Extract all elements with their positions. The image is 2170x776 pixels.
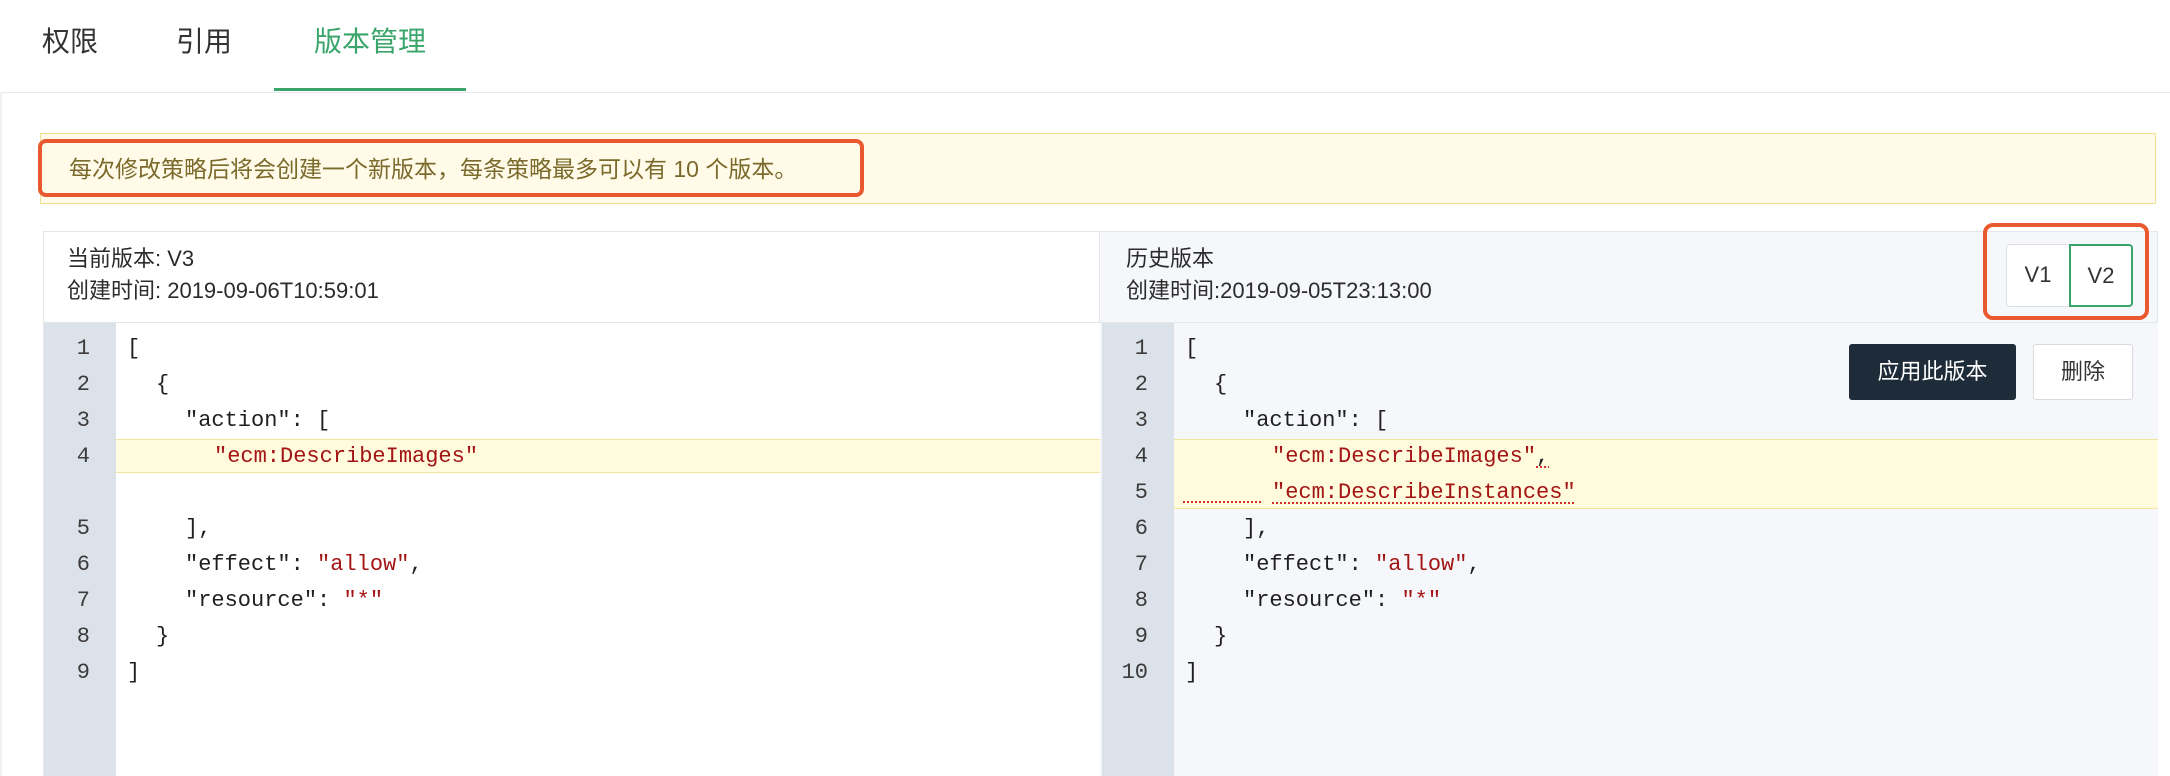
code-line: "effect": "allow",	[185, 550, 423, 580]
code-key: "action"	[1243, 408, 1349, 433]
active-tab-indicator	[274, 88, 466, 91]
tab-permissions[interactable]: 权限	[42, 0, 98, 92]
line-number: 6	[76, 552, 90, 577]
code-line: [	[1185, 336, 1199, 361]
current-version-label: 当前版本: V3	[67, 246, 195, 271]
code-string: "ecm:DescribeInstances"	[1272, 480, 1576, 505]
line-number: 7	[76, 588, 90, 613]
line-number: 6	[1134, 516, 1148, 541]
code-string: "*"	[1401, 588, 1442, 613]
code-string: "allow"	[317, 552, 410, 577]
code-line: {	[156, 372, 170, 397]
version-switch-highlight-box	[1983, 223, 2149, 320]
line-number: 1	[1134, 336, 1148, 361]
code-line: "effect": "allow",	[1243, 550, 1481, 580]
line-number: 4	[1134, 444, 1148, 469]
history-version-created-time: 创建时间:2019-09-05T23:13:00	[1126, 278, 1432, 303]
line-number: 9	[76, 660, 90, 685]
code-line: "resource": "*"	[185, 586, 383, 616]
code-line: "action": [	[1243, 406, 1388, 436]
code-key: "resource"	[185, 588, 318, 613]
code-string: "*"	[343, 588, 384, 613]
history-version-title: 历史版本	[1126, 246, 1215, 271]
code-line: }	[1214, 624, 1228, 649]
line-number: 2	[76, 372, 90, 397]
code-punct: :	[1348, 552, 1376, 577]
apply-version-button[interactable]: 应用此版本	[1849, 344, 2016, 400]
tab-references[interactable]: 引用	[176, 0, 232, 92]
code-punct: ,	[409, 552, 423, 577]
code-punct: ,	[1536, 444, 1550, 469]
code-string: "allow"	[1375, 552, 1468, 577]
tab-version-management[interactable]: 版本管理	[314, 0, 426, 92]
line-number: 1	[76, 336, 90, 361]
line-number: 10	[1121, 660, 1148, 685]
line-number: 8	[76, 624, 90, 649]
left-border	[0, 92, 2, 776]
line-number: 2	[1134, 372, 1148, 397]
diff-underline	[1183, 501, 1261, 503]
code-key: "effect"	[1243, 552, 1349, 577]
code-punct: :	[290, 552, 318, 577]
code-line: "ecm:DescribeImages",	[1272, 442, 1549, 472]
code-line: "action": [	[185, 406, 330, 436]
code-string: "ecm:DescribeImages"	[1272, 444, 1537, 469]
line-number: 5	[1134, 480, 1148, 505]
code-punct: : [	[1348, 408, 1389, 433]
code-punct: ,	[1467, 552, 1481, 577]
code-key: "resource"	[1243, 588, 1376, 613]
current-version-created-time: 创建时间: 2019-09-06T10:59:01	[67, 278, 379, 303]
line-number: 3	[76, 408, 90, 433]
tab-bar: 权限 引用 版本管理	[0, 0, 2170, 93]
code-punct: : [	[290, 408, 331, 433]
code-key: "action"	[185, 408, 291, 433]
code-punct: :	[317, 588, 344, 613]
line-number: 8	[1134, 588, 1148, 613]
line-number: 3	[1134, 408, 1148, 433]
code-line: ],	[185, 516, 212, 541]
code-line: ],	[1243, 516, 1270, 541]
line-number: 5	[76, 516, 90, 541]
code-line: {	[1214, 372, 1228, 397]
delete-version-button[interactable]: 删除	[2033, 344, 2133, 400]
code-line: [	[127, 336, 141, 361]
notice-highlight-box	[38, 139, 864, 197]
code-line: }	[156, 624, 170, 649]
code-key: "effect"	[185, 552, 291, 577]
code-line: ]	[1185, 660, 1199, 685]
code-punct: :	[1375, 588, 1402, 613]
line-number: 4	[76, 444, 90, 469]
line-number: 7	[1134, 552, 1148, 577]
code-line: ]	[127, 660, 141, 685]
code-line: "resource": "*"	[1243, 586, 1441, 616]
code-string: "ecm:DescribeImages"	[214, 444, 479, 469]
line-number: 9	[1134, 624, 1148, 649]
